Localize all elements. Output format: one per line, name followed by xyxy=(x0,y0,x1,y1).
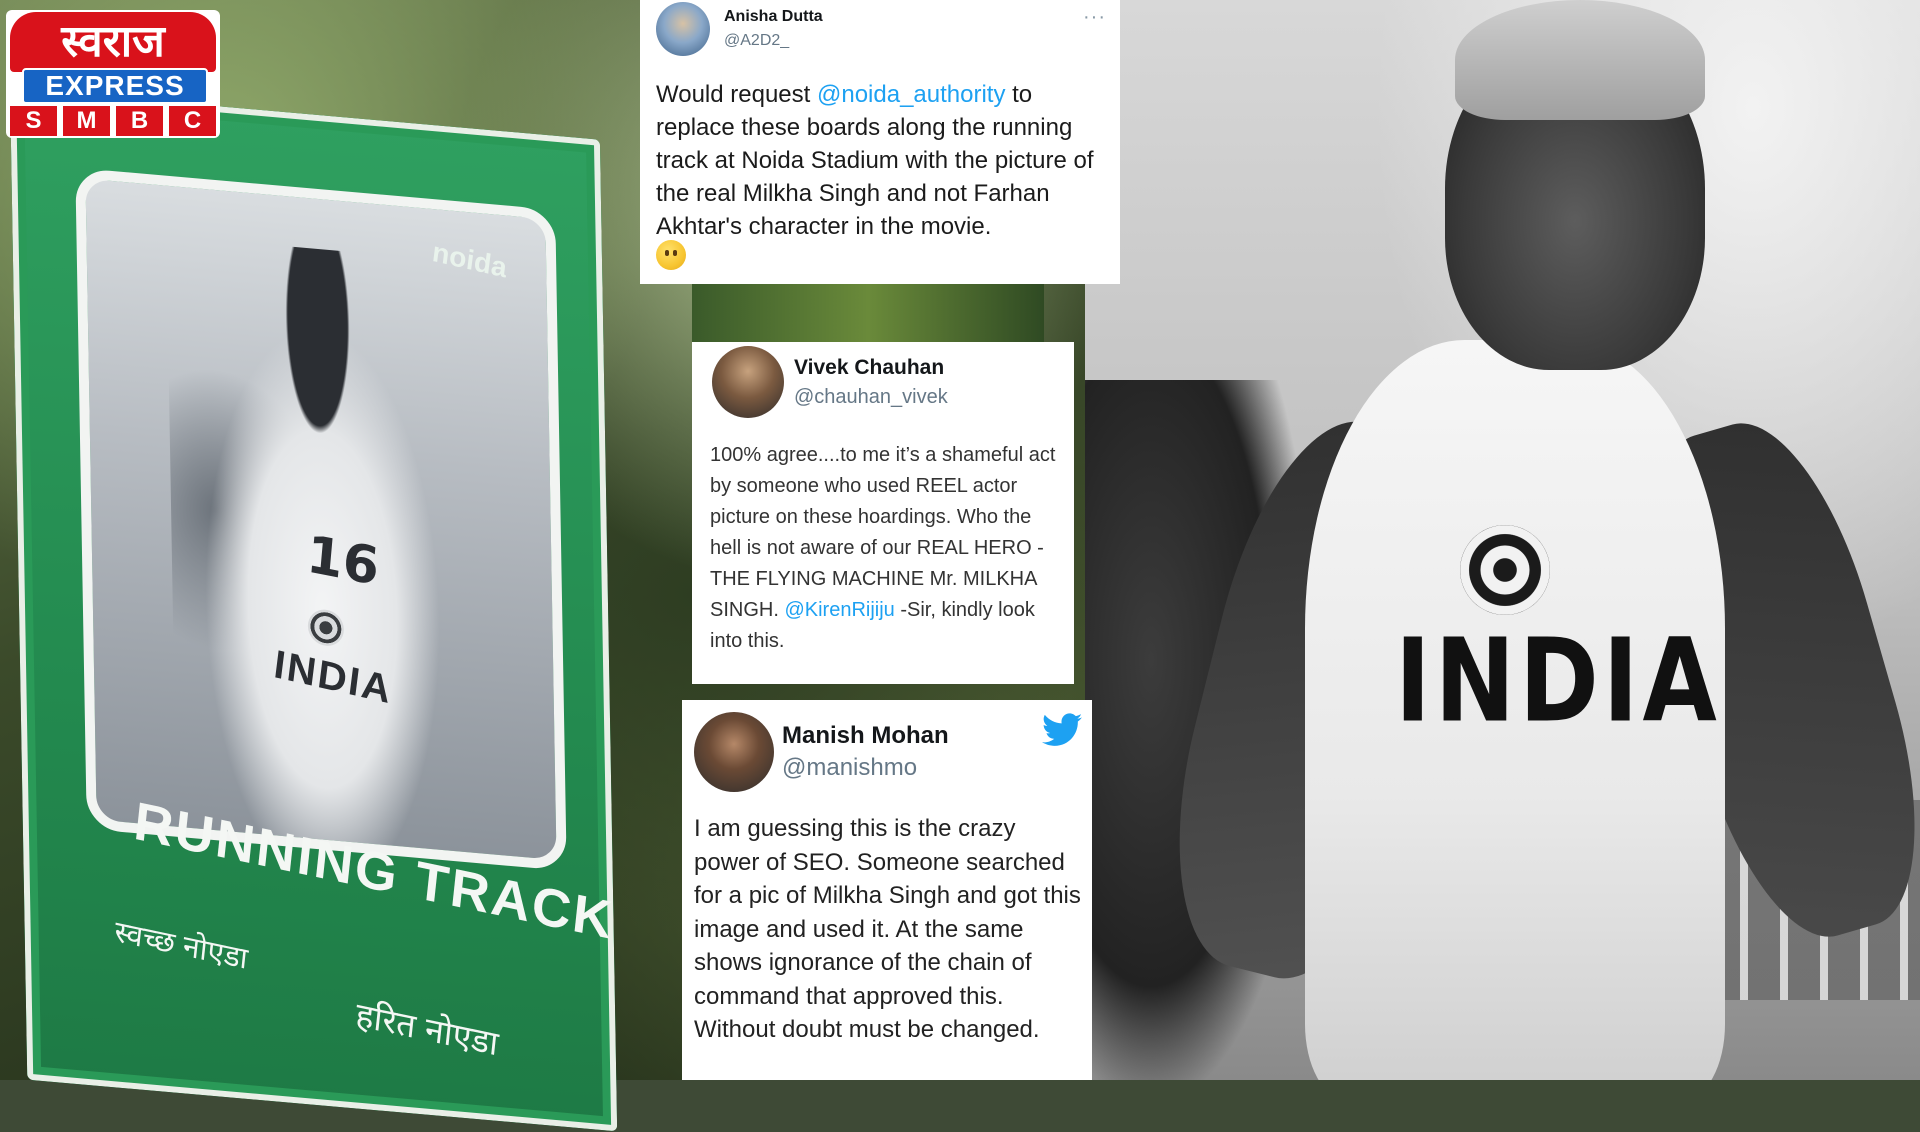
emoji-icon xyxy=(656,240,686,270)
avatar[interactable] xyxy=(656,2,710,56)
sign-footer-right: हरित नोएडा xyxy=(353,996,501,1064)
tweet-mention-link[interactable]: @noida_authority xyxy=(817,81,1005,108)
logo-title: स्वराज xyxy=(10,12,216,72)
tweet-text-part: Would request xyxy=(656,81,817,108)
tweet-text: 100% agree....to me it’s a shameful act … xyxy=(710,440,1066,657)
logo-letter: B xyxy=(116,106,163,136)
avatar[interactable] xyxy=(712,346,784,418)
tweet-card-vivek: Vivek Chauhan @chauhan_vivek 100% agree.… xyxy=(692,342,1074,684)
tweet-author-name[interactable]: Anisha Dutta xyxy=(724,8,823,26)
photo-turban xyxy=(1455,0,1705,120)
logo-letter: M xyxy=(63,106,110,136)
logo-express: EXPRESS xyxy=(22,68,208,104)
tweet-author-handle[interactable]: @chauhan_vivek xyxy=(794,386,948,409)
tweet-text: Would request @noida_authority to replac… xyxy=(656,78,1106,243)
background-strip xyxy=(692,284,1044,342)
tweet-mention-link[interactable]: @KirenRijiju xyxy=(784,599,894,621)
logo-letters: S M B C xyxy=(10,106,216,136)
more-options-icon[interactable]: ··· xyxy=(1083,6,1106,29)
channel-logo: स्वराज EXPRESS S M B C xyxy=(6,10,220,138)
milkha-singh-photo: INDIA xyxy=(1085,0,1920,1080)
logo-letter: S xyxy=(10,106,57,136)
twitter-bird-icon[interactable] xyxy=(1042,712,1082,748)
photo-vest-roundel xyxy=(1460,525,1550,615)
tweet-author-name[interactable]: Manish Mohan xyxy=(782,722,949,750)
tweet-text: I am guessing this is the crazy power of… xyxy=(694,815,1081,1043)
tweet-author-handle[interactable]: @A2D2_ xyxy=(724,32,789,50)
tweet-text-part: 100% agree....to me it’s a shameful act … xyxy=(710,444,1056,621)
sign-footer-left: स्वच्छ नोएडा xyxy=(113,915,250,976)
tweet-card-manish: Manish Mohan @manishmo I am guessing thi… xyxy=(682,700,1092,1080)
photo-vest-text: INDIA xyxy=(1395,613,1721,749)
avatar[interactable] xyxy=(694,712,774,792)
tweet-author-name[interactable]: Vivek Chauhan xyxy=(794,356,944,380)
tweet-card-anisha: Anisha Dutta @A2D2_ ··· Would request @n… xyxy=(640,0,1120,284)
tweet-author-handle[interactable]: @manishmo xyxy=(782,754,917,782)
logo-letter: C xyxy=(169,106,216,136)
running-track-sign: 16 INDIA noida RUNNING TRACK स्वच्छ नोएड… xyxy=(10,88,618,1132)
